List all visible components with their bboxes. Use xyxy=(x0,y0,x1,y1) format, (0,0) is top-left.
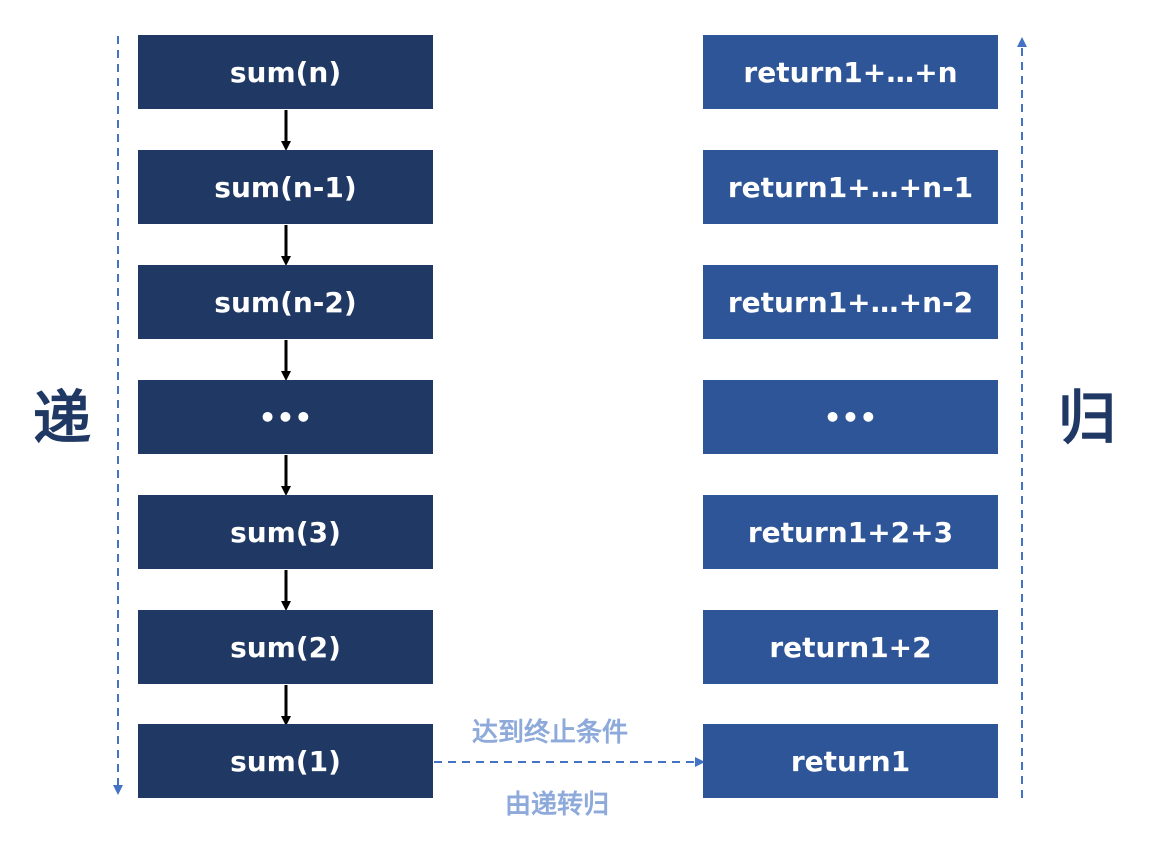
switch-to-return-label: 由递转归 xyxy=(505,790,610,820)
call-box-sum-2: sum(2) xyxy=(138,610,433,684)
recursion-label: 递 xyxy=(33,384,92,452)
return-box-2: return1+2 xyxy=(703,610,998,684)
return-box-n-2: return1+…+n-2 xyxy=(703,265,998,339)
return-box-n-1: return1+…+n-1 xyxy=(703,150,998,224)
call-box-sum-1: sum(1) xyxy=(138,724,433,798)
call-box-ellipsis: ••• xyxy=(138,380,433,454)
return-box-3: return1+2+3 xyxy=(703,495,998,569)
return-box-1: return1 xyxy=(703,724,998,798)
return-label: 归 xyxy=(1058,384,1117,452)
call-box-sum-n-2: sum(n-2) xyxy=(138,265,433,339)
call-box-sum-3: sum(3) xyxy=(138,495,433,569)
termination-condition-label: 达到终止条件 xyxy=(472,718,629,748)
call-box-sum-n: sum(n) xyxy=(138,35,433,109)
return-box-ellipsis: ••• xyxy=(703,380,998,454)
return-box-n: return1+…+n xyxy=(703,35,998,109)
call-box-sum-n-1: sum(n-1) xyxy=(138,150,433,224)
